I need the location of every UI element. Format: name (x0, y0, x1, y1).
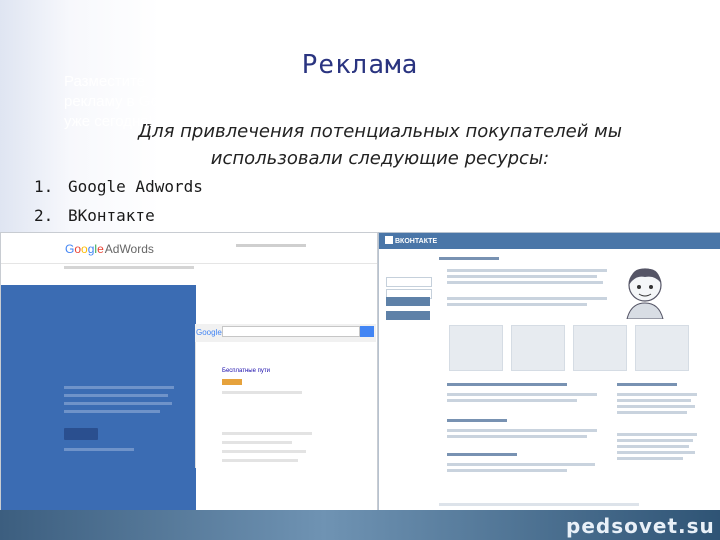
adwords-hero-heading: Разместите рекламу в Google уже сегодня! (64, 73, 188, 130)
list-item-text: Google Adwords (68, 177, 203, 196)
adwords-header: GoogleAdWords (1, 233, 377, 264)
vk-text-line (447, 469, 567, 472)
vk-feature-tile[interactable] (573, 325, 627, 371)
vk-text-line (617, 433, 697, 436)
vk-text-line (447, 429, 597, 432)
vk-text-line (447, 281, 603, 284)
list-item: 1. Google Adwords (34, 172, 203, 201)
list-item-text: ВКонтакте (68, 206, 155, 225)
vk-text-line (447, 269, 607, 272)
adwords-phone-line (236, 244, 306, 247)
vk-header: ВКОНТАКТЕ (379, 233, 720, 249)
list-number: 2. (34, 206, 54, 225)
result-line (222, 432, 312, 435)
brand-watermark: pedsovet.su (566, 514, 715, 538)
vk-text-line (617, 451, 695, 454)
result-line (222, 391, 302, 394)
adwords-hero (1, 285, 196, 511)
vk-section-heading (447, 383, 567, 386)
vk-text-line (447, 275, 597, 278)
vk-text-line (617, 457, 683, 460)
vk-section-heading (447, 453, 517, 456)
vk-side-heading (617, 383, 677, 386)
hero-text-line (64, 410, 160, 413)
list-number: 1. (34, 177, 54, 196)
hero-phone-line (64, 448, 134, 451)
google-search-logo: Google (196, 328, 222, 337)
hero-text-line (64, 394, 168, 397)
result-title[interactable]: Бесплатные пути (222, 368, 270, 374)
vk-text-line (447, 393, 597, 396)
vk-text-line (447, 297, 607, 300)
adwords-logo: GoogleAdWords (65, 242, 154, 256)
vk-feature-tile[interactable] (449, 325, 503, 371)
ad-badge (222, 379, 242, 385)
vk-feature-tile[interactable] (635, 325, 689, 371)
vk-screenshot: ВКОНТАКТЕ (378, 232, 720, 512)
search-icon[interactable] (360, 326, 374, 337)
vk-page-title (439, 257, 499, 260)
vk-register-button[interactable] (386, 311, 430, 320)
vk-footer (439, 503, 639, 506)
vk-text-line (447, 399, 577, 402)
vk-text-line (447, 463, 595, 466)
vk-text-line (617, 405, 695, 408)
hero-text-line (64, 402, 172, 405)
vk-section-heading (447, 419, 507, 422)
list-item: 2. ВКонтакте (34, 201, 203, 230)
vk-text-line (617, 439, 693, 442)
vk-login-button[interactable] (386, 297, 430, 306)
vk-text-line (617, 445, 689, 448)
vk-text-line (447, 303, 587, 306)
result-line (222, 441, 292, 444)
resource-list: 1. Google Adwords 2. ВКонтакте (34, 172, 203, 230)
result-line (222, 450, 306, 453)
vk-text-line (617, 411, 687, 414)
vk-login-input[interactable] (386, 277, 432, 287)
vk-mascot-illustration (626, 268, 664, 319)
vk-text-line (617, 393, 697, 396)
google-search-input[interactable] (222, 326, 360, 337)
adwords-nav (64, 266, 194, 269)
adwords-start-button[interactable] (64, 428, 98, 440)
vk-feature-tile[interactable] (511, 325, 565, 371)
vk-logo: ВКОНТАКТЕ (385, 236, 437, 245)
vk-text-line (617, 399, 691, 402)
vk-text-line (447, 435, 587, 438)
hero-text-line (64, 386, 174, 389)
result-line (222, 459, 298, 462)
